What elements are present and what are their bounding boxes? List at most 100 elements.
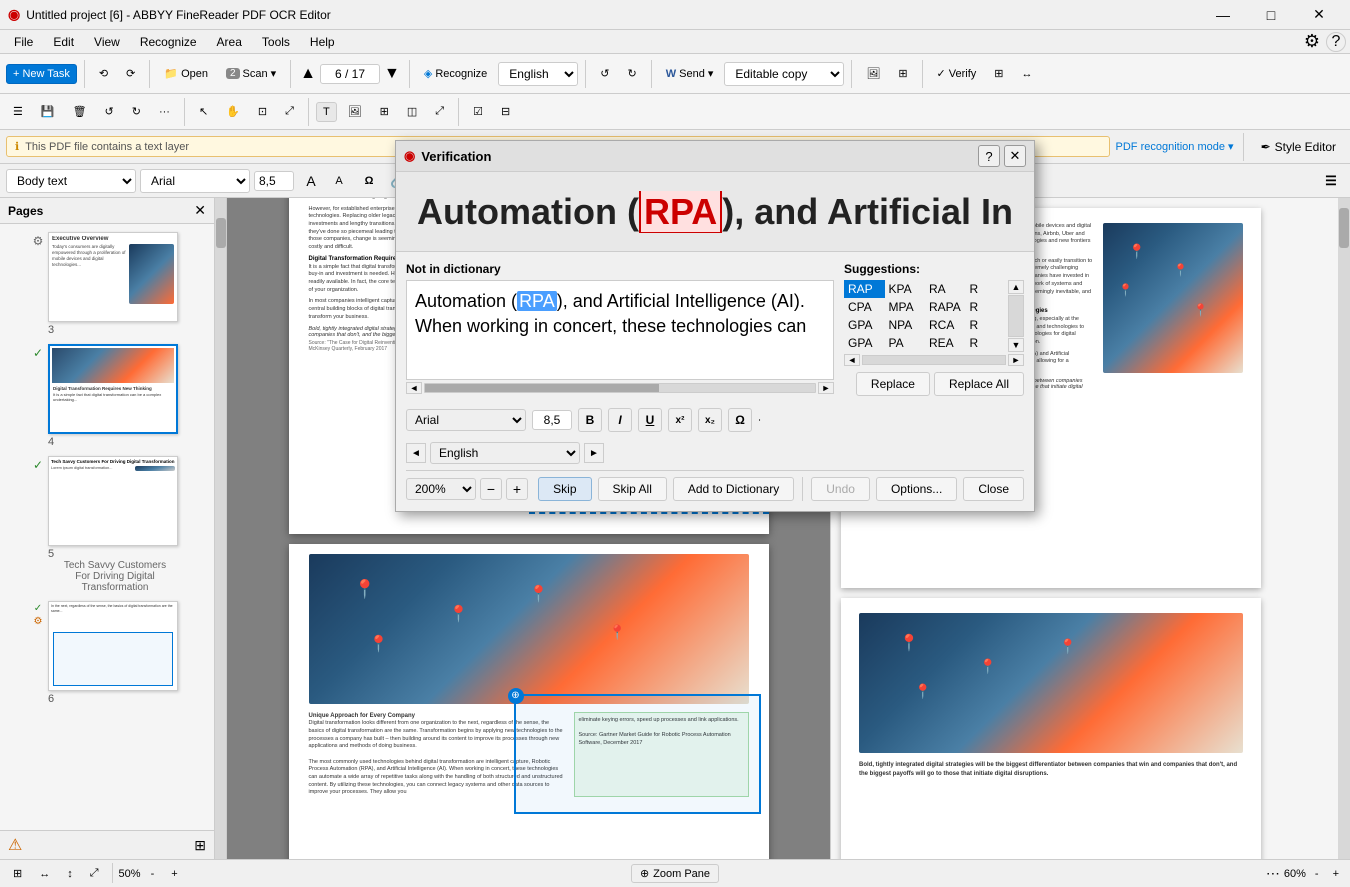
zoom-pane-button[interactable]: ⊕ Zoom Pane xyxy=(631,864,719,883)
verif-close-button[interactable]: ✕ xyxy=(1004,145,1026,167)
output-format-select[interactable]: Editable copy xyxy=(724,62,844,86)
font-name-select[interactable]: Arial xyxy=(140,169,250,193)
zoom-fit-button[interactable]: ⊞ xyxy=(987,63,1010,84)
suggestion-gpa2[interactable]: GPA xyxy=(844,334,885,352)
ocr-select-button[interactable]: ☑ xyxy=(466,101,490,122)
undo-button[interactable]: Undo xyxy=(811,477,870,501)
sugg-hscrollbar[interactable] xyxy=(862,355,1006,365)
bottom-tool-4[interactable]: ⤢ xyxy=(83,863,106,884)
pdf-mode-label[interactable]: PDF recognition mode ▾ xyxy=(1116,140,1234,153)
pages-grid-icon[interactable]: ⊞ xyxy=(194,837,206,854)
bottom-tool-2[interactable]: ↔ xyxy=(32,863,57,884)
verif-help-button[interactable]: ? xyxy=(978,145,1000,167)
image-tool-button[interactable]: 🖼 xyxy=(341,101,369,122)
undo-button[interactable]: ↺ xyxy=(593,63,616,84)
verif-scroll-left[interactable]: ◄ xyxy=(406,382,422,394)
verif-lang-prev[interactable]: ◄ xyxy=(406,443,426,463)
menu-edit[interactable]: Edit xyxy=(43,33,84,51)
scan-button[interactable]: 2 Scan ▾ xyxy=(219,63,283,84)
ocr-image-button[interactable]: ⊟ xyxy=(494,101,517,122)
close-verif-button[interactable]: Close xyxy=(963,477,1024,501)
page-next-button[interactable]: ▼ xyxy=(382,63,402,85)
paragraph-style-select[interactable]: Body text xyxy=(6,169,136,193)
menu-file[interactable]: File xyxy=(4,33,43,51)
suggestion-ra[interactable]: RA xyxy=(925,280,966,298)
select-tool-button[interactable]: ↖ xyxy=(192,101,215,122)
rotate-right-button[interactable]: ⟳ xyxy=(119,63,142,84)
sugg-vscrollbar-track[interactable] xyxy=(1008,295,1024,337)
redo2-button[interactable]: ↻ xyxy=(125,101,148,122)
background-tool-button[interactable]: ◫ xyxy=(400,101,424,122)
page-thumbnail-4[interactable]: ✓ Digital Transformation Requires New Th… xyxy=(4,344,210,448)
skip-all-button[interactable]: Skip All xyxy=(598,477,667,501)
font-size-increase-button[interactable]: A xyxy=(298,168,324,194)
suggestion-kpa[interactable]: KPA xyxy=(885,280,926,298)
fit-page-button[interactable]: ⊡ xyxy=(251,101,274,122)
menu-view[interactable]: View xyxy=(84,33,130,51)
font-size-decrease-button[interactable]: A xyxy=(326,168,352,194)
text-tool-button[interactable]: T xyxy=(316,102,337,122)
suggestion-mpa[interactable]: MPA xyxy=(885,298,926,316)
delete-button[interactable]: 🗑 xyxy=(66,101,94,122)
bottom-tool-3[interactable]: ↕ xyxy=(60,863,80,884)
verif-underline-button[interactable]: U xyxy=(638,408,662,432)
verif-zoom-plus[interactable]: + xyxy=(506,478,528,500)
pan-tool-button[interactable]: ✋ xyxy=(219,101,247,122)
zoom-width-button[interactable]: ↔ xyxy=(1015,64,1040,84)
close-pages-button[interactable]: ✕ xyxy=(194,202,206,219)
redo-button[interactable]: ↻ xyxy=(621,63,644,84)
table-tool-button[interactable]: ⊞ xyxy=(373,101,396,122)
verify-button[interactable]: ✓ Verify xyxy=(930,63,984,84)
bottom-zoom-plus[interactable]: + xyxy=(1328,866,1344,882)
suggestion-pa[interactable]: PA xyxy=(885,334,926,352)
new-task-button[interactable]: + New Task xyxy=(6,64,77,84)
page-prev-button[interactable]: ▲ xyxy=(298,63,318,85)
open-button[interactable]: 📁 Open xyxy=(157,63,215,84)
language-select[interactable]: English xyxy=(498,62,578,86)
bottom-zoom-minus[interactable]: - xyxy=(1310,866,1324,882)
skip-button[interactable]: Skip xyxy=(538,477,591,501)
verif-hscrollbar[interactable] xyxy=(424,383,816,393)
suggestion-r4[interactable]: R xyxy=(966,334,1007,352)
recognize-button[interactable]: ◈ Recognize xyxy=(417,63,494,84)
sugg-scroll-up[interactable]: ▲ xyxy=(1008,280,1024,294)
menu-help[interactable]: Help xyxy=(300,33,345,51)
right-scrollbar[interactable] xyxy=(1338,198,1350,859)
menu-tools[interactable]: Tools xyxy=(252,33,300,51)
bottom-tool-1[interactable]: ⊞ xyxy=(6,863,29,884)
settings-icon[interactable]: ⚙ xyxy=(1298,31,1326,52)
more-format-button[interactable]: ☰ xyxy=(1318,168,1344,194)
rotate-left-button[interactable]: ⟲ xyxy=(92,63,115,84)
verif-zoom-minus[interactable]: − xyxy=(480,478,502,500)
suggestion-r1[interactable]: R xyxy=(966,280,1007,298)
suggestion-gpa[interactable]: GPA xyxy=(844,316,885,334)
send-button[interactable]: W Send ▾ xyxy=(659,63,721,84)
verif-size-input[interactable] xyxy=(532,410,572,430)
verif-superscript-button[interactable]: x² xyxy=(668,408,692,432)
sugg-scroll-down[interactable]: ▼ xyxy=(1008,338,1024,352)
suggestion-r2[interactable]: R xyxy=(966,298,1007,316)
replace-button[interactable]: Replace xyxy=(856,372,930,396)
verif-lang-next[interactable]: ► xyxy=(584,443,604,463)
style-editor-button[interactable]: ✒ Style Editor xyxy=(1253,137,1344,157)
more-button[interactable]: ··· xyxy=(152,102,177,122)
minimize-button[interactable]: — xyxy=(1200,0,1246,30)
close-button[interactable]: ✕ xyxy=(1296,0,1342,30)
verif-font-select[interactable]: Arial xyxy=(406,409,526,431)
suggestion-rap[interactable]: RAP xyxy=(844,280,885,298)
page-thumbnail-6[interactable]: ✓ ⚙ In the next, regardless of the sense… xyxy=(4,601,210,705)
pages-view-button[interactable]: ☰ xyxy=(6,101,30,122)
expand2-button[interactable]: ⤢ xyxy=(428,101,451,122)
left-scrollbar[interactable] xyxy=(215,198,227,859)
zoom-minus-button[interactable]: - xyxy=(144,863,162,884)
suggestion-cpa[interactable]: CPA xyxy=(844,298,885,316)
verif-italic-button[interactable]: I xyxy=(608,408,632,432)
page-number-input[interactable] xyxy=(320,64,380,84)
suggestion-rapa[interactable]: RAPA xyxy=(925,298,966,316)
verif-special-chars-button[interactable]: Ω xyxy=(728,408,752,432)
page-thumbnail-3[interactable]: ⚙ Executive Overview Today's consumers a… xyxy=(4,232,210,336)
page-thumbnail-5[interactable]: ✓ Tech Savvy Customers For Driving Digit… xyxy=(4,456,210,593)
menu-area[interactable]: Area xyxy=(207,33,252,51)
sugg-hscroll-left[interactable]: ◄ xyxy=(844,354,860,366)
undo2-button[interactable]: ↺ xyxy=(98,101,121,122)
